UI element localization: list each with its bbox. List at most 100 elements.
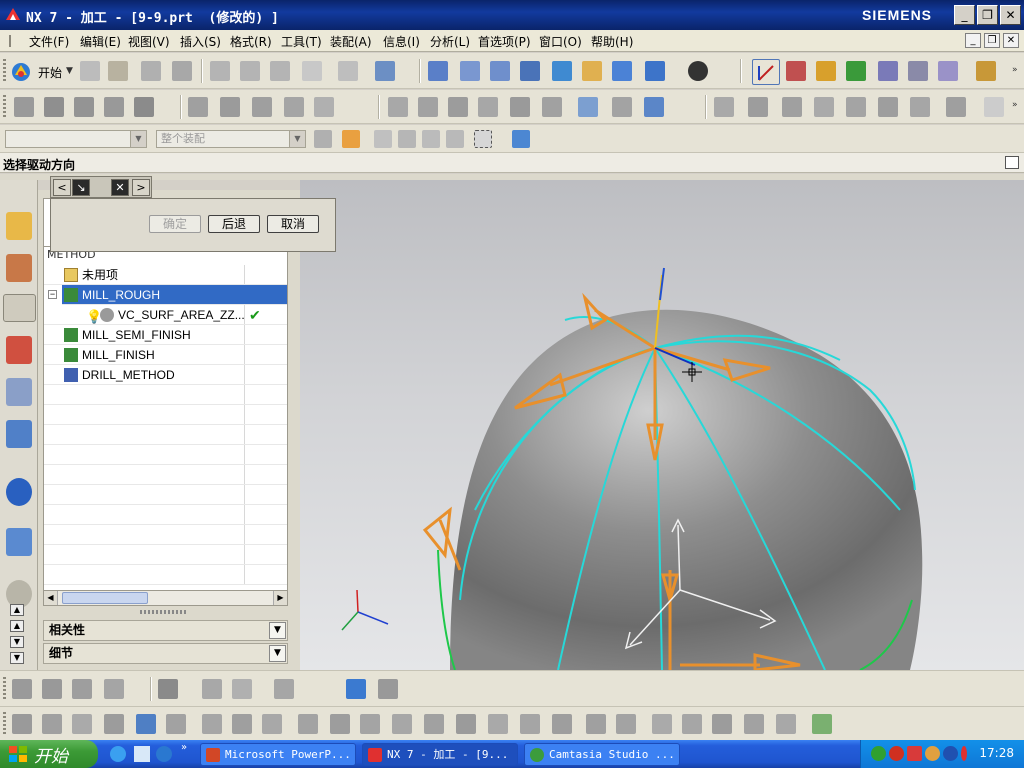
operation-navigator-icon[interactable] xyxy=(3,294,36,322)
point-snap-icon[interactable] xyxy=(342,130,360,148)
delete-face-icon[interactable] xyxy=(910,97,930,117)
tray-volume-icon[interactable] xyxy=(961,746,967,761)
offset-icon[interactable] xyxy=(104,714,124,734)
history-icon[interactable] xyxy=(6,420,32,448)
render-style-icon[interactable] xyxy=(645,61,665,81)
move-face-icon[interactable] xyxy=(748,97,768,117)
dome-surface[interactable] xyxy=(450,309,923,670)
taskbar-powerpoint[interactable]: Microsoft PowerP... xyxy=(200,743,356,766)
mdi-minimize-button[interactable]: _ xyxy=(965,33,981,48)
group-face-icon[interactable] xyxy=(520,714,540,734)
surface-icon[interactable] xyxy=(578,97,598,117)
tray-green-icon[interactable] xyxy=(871,746,886,761)
component-icon[interactable] xyxy=(72,679,92,699)
sync-modeling-icon[interactable] xyxy=(714,97,734,117)
save-icon[interactable] xyxy=(141,61,161,81)
datum-csys-icon[interactable] xyxy=(346,679,366,699)
menu-edit[interactable]: 编辑(E) xyxy=(80,33,121,50)
mirror-face-icon[interactable] xyxy=(652,714,672,734)
pull-face-icon[interactable] xyxy=(782,97,802,117)
back-button[interactable]: 后退 xyxy=(208,215,260,233)
chevron-down-icon[interactable]: ▼ xyxy=(130,131,146,147)
menu-view[interactable]: 视图(V) xyxy=(128,33,170,50)
paste-icon[interactable] xyxy=(270,61,290,81)
menu-information[interactable]: 信息(I) xyxy=(383,33,420,50)
feature-icon[interactable] xyxy=(158,679,178,699)
select-body-icon[interactable] xyxy=(512,130,530,148)
parallel-icon[interactable] xyxy=(360,714,380,734)
tree-row-mill-finish[interactable]: MILL_FINISH xyxy=(44,345,287,365)
menu-format[interactable]: 格式(R) xyxy=(230,33,272,50)
pattern-icon[interactable] xyxy=(510,97,530,117)
maximize-button[interactable]: ❐ xyxy=(977,5,998,25)
model-view[interactable] xyxy=(300,180,1024,670)
scroll-down-small-icon[interactable]: ▼ xyxy=(10,636,24,648)
menu-window[interactable]: 窗口(O) xyxy=(539,33,582,50)
intersect-icon[interactable] xyxy=(252,97,272,117)
minimize-button[interactable]: _ xyxy=(954,5,975,25)
tree-row-mill-semi-finish[interactable]: MILL_SEMI_FINISH xyxy=(44,325,287,345)
block-icon[interactable] xyxy=(74,97,94,117)
resize-icon[interactable] xyxy=(166,714,186,734)
group-icon[interactable] xyxy=(12,679,32,699)
scroll-thumb[interactable] xyxy=(62,592,148,604)
sew-icon[interactable] xyxy=(612,97,632,117)
close-button[interactable]: ✕ xyxy=(1000,5,1021,25)
cylinder-icon[interactable] xyxy=(104,97,124,117)
coplanar-icon[interactable] xyxy=(232,714,252,734)
draft-icon[interactable] xyxy=(478,97,498,117)
chevron-down-icon[interactable]: ▼ xyxy=(269,622,286,639)
tree-row-mill-rough[interactable]: − MILL_ROUGH xyxy=(48,285,287,305)
cut-face-icon[interactable] xyxy=(586,714,606,734)
tangent-icon[interactable] xyxy=(298,714,318,734)
shell-icon[interactable] xyxy=(448,97,468,117)
scroll-left-icon[interactable]: ◀ xyxy=(44,591,58,605)
program-order-view-icon[interactable] xyxy=(6,212,32,240)
scroll-up-small-icon[interactable]: ▲ xyxy=(10,620,24,632)
roles-icon[interactable] xyxy=(6,378,32,406)
next-icon[interactable]: > xyxy=(132,179,150,196)
graphics-window[interactable] xyxy=(300,180,1024,670)
mdi-close-button[interactable]: ✕ xyxy=(1003,33,1019,48)
body-icon[interactable] xyxy=(946,97,966,117)
shop-doc-icon[interactable] xyxy=(938,61,958,81)
machine-tool-view-icon[interactable] xyxy=(6,254,32,282)
intersection-icon[interactable] xyxy=(446,130,464,148)
synchronous-icon[interactable] xyxy=(12,714,32,734)
pan-icon[interactable] xyxy=(582,61,602,81)
extrude-icon[interactable] xyxy=(44,97,64,117)
link-icon[interactable] xyxy=(202,679,222,699)
create-tool-icon[interactable] xyxy=(816,61,836,81)
tree-row-unused-items[interactable]: 未用项 xyxy=(44,265,287,285)
undo-icon[interactable] xyxy=(338,61,358,81)
pattern-face-icon[interactable] xyxy=(682,714,702,734)
replace-icon[interactable] xyxy=(136,714,156,734)
menu-insert[interactable]: 插入(S) xyxy=(180,33,221,50)
previous-icon[interactable]: < xyxy=(53,179,71,196)
chevron-down-icon[interactable]: ▼ xyxy=(289,131,305,147)
unite-icon[interactable] xyxy=(188,97,208,117)
symmetric-icon[interactable] xyxy=(330,714,350,734)
move-face-icon[interactable] xyxy=(42,714,62,734)
verify-toolpath-icon[interactable] xyxy=(878,61,898,81)
ok-button[interactable]: 确定 xyxy=(149,215,201,233)
pull-icon[interactable] xyxy=(72,714,92,734)
control-point-icon[interactable] xyxy=(422,130,440,148)
menu-assembly[interactable]: 装配(A) xyxy=(330,33,372,50)
tray-k-icon[interactable] xyxy=(907,746,922,761)
paste-face-icon[interactable] xyxy=(616,714,636,734)
new-file-icon[interactable] xyxy=(80,61,100,81)
taskbar-nx[interactable]: NX 7 - 加工 - [9... xyxy=(362,743,518,766)
constraint-icon[interactable] xyxy=(202,714,222,734)
edge-blend-icon[interactable] xyxy=(388,97,408,117)
perpendicular-icon[interactable] xyxy=(392,714,412,734)
close-toolbar-icon[interactable] xyxy=(984,97,1004,117)
chevron-down-icon[interactable]: ▼ xyxy=(269,645,286,662)
radial-dimension-icon[interactable] xyxy=(488,714,508,734)
toolbar-overflow-icon[interactable]: » xyxy=(1012,65,1018,75)
geometry-view-icon[interactable] xyxy=(6,336,32,364)
copy-icon[interactable] xyxy=(240,61,260,81)
start-button[interactable]: 开始 xyxy=(0,740,98,768)
wcs-display-icon[interactable] xyxy=(752,59,780,85)
delete-face-icon[interactable] xyxy=(712,714,732,734)
